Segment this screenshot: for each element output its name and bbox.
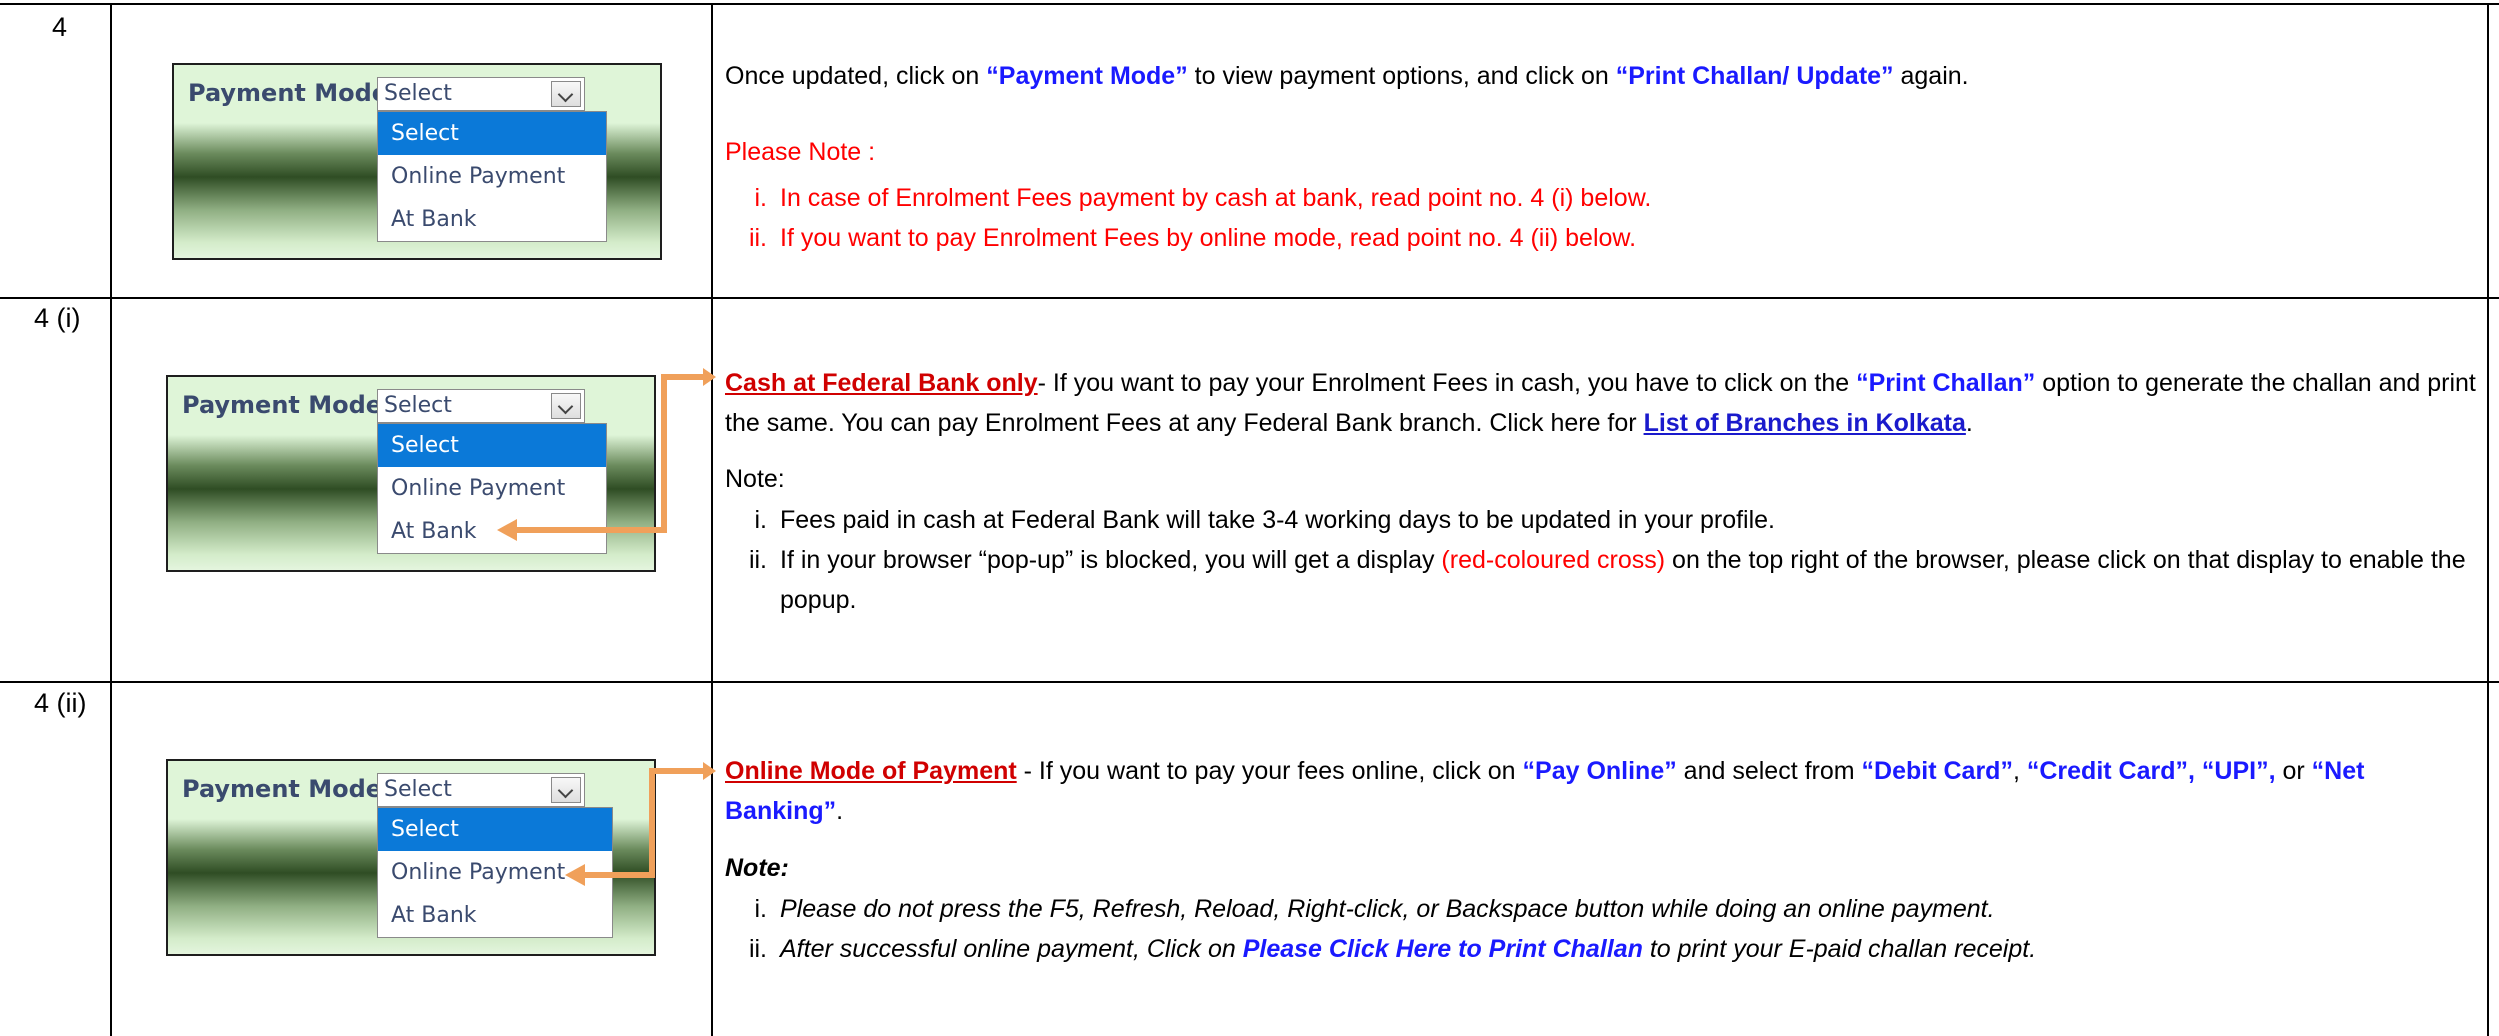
list-item: i. In case of Enrolment Fees payment by c… (725, 178, 2465, 218)
list-marker: i. (754, 506, 768, 534)
list-item: i. Please do not press the F5, Refresh, R… (725, 889, 2477, 929)
option-at-bank[interactable]: At Bank (378, 894, 612, 937)
note-text: If in your browser “pop-up” is blocked, … (780, 546, 1442, 574)
paragraph-text: . (1965, 409, 1973, 437)
list-item: ii. If in your browser “pop-up” is blocke… (725, 540, 2477, 620)
payment-mode-label: Payment Mode: (182, 775, 392, 803)
table-border-top (0, 3, 2499, 5)
pay-online-ref: “Pay Online” (1522, 757, 1677, 785)
print-challan-link[interactable]: Please Click Here to Print Challan (1243, 935, 1643, 963)
payment-mode-options: Select Online Payment At Bank (377, 111, 607, 242)
option-select[interactable]: Select (378, 808, 612, 851)
credit-card-ref: “Credit Card” (2026, 757, 2188, 785)
paragraph-text: and select from (1676, 757, 1862, 785)
note-text: In case of Enrolment Fees payment by cas… (780, 184, 1652, 212)
intro-text: Once updated, click on (725, 62, 987, 90)
note-text: to print your E-paid challan receipt. (1642, 935, 2037, 963)
row-number: 4 (52, 12, 68, 42)
row-divider-2 (0, 681, 2499, 683)
chevron-down-icon[interactable] (551, 393, 581, 419)
row-number: 4 (ii) (34, 688, 87, 718)
note-text: After successful online payment, Click o… (780, 935, 1243, 963)
option-at-bank[interactable]: At Bank (378, 198, 606, 241)
branches-link[interactable]: List of Branches in Kolkata (1644, 409, 1966, 437)
list-item: ii. If you want to pay Enrolment Fees by … (725, 218, 2465, 258)
please-note-heading: Please Note : (725, 138, 876, 166)
payment-mode-select[interactable]: Select (377, 773, 585, 807)
payment-mode-selected: Select (384, 393, 452, 418)
intro-text-mid: to view payment options, and click on (1187, 62, 1616, 90)
paragraph-text: or (2275, 757, 2312, 785)
row-number: 4 (i) (34, 303, 81, 333)
note-label: Note: (725, 854, 789, 882)
payment-mode-selected: Select (384, 777, 452, 802)
arrow-head-right-icon (703, 368, 716, 386)
option-online-payment[interactable]: Online Payment (378, 155, 606, 198)
chevron-down-icon[interactable] (551, 777, 581, 803)
payment-mode-label: Payment Mode: (182, 391, 392, 419)
arrow-head-right-icon (703, 762, 716, 780)
option-at-bank[interactable]: At Bank (378, 510, 606, 553)
payment-mode-widget: Payment Mode: Select Select Online Payme… (172, 63, 662, 260)
note-label: Note: (725, 465, 785, 493)
cash-at-bank-paragraph: Cash at Federal Bank only- If you want t… (725, 363, 2477, 443)
intro-text-end: again. (1893, 62, 1969, 90)
option-online-payment[interactable]: Online Payment (378, 851, 612, 894)
payment-mode-label: Payment Mode: (188, 79, 398, 107)
paragraph-text: - If you want to pay your Enrolment Fees… (1037, 369, 1857, 397)
option-online-payment[interactable]: Online Payment (378, 467, 606, 510)
option-select[interactable]: Select (378, 424, 606, 467)
option-select[interactable]: Select (378, 112, 606, 155)
row4ii-notes: i. Please do not press the F5, Refresh, R… (725, 889, 2477, 969)
payment-mode-options: Select Online Payment At Bank (377, 423, 607, 554)
red-cross-text: (red-coloured cross) (1441, 546, 1666, 574)
paragraph-text: . (836, 797, 844, 825)
print-challan-ref: “Print Challan” (1856, 369, 2036, 397)
column-divider-1 (110, 3, 112, 1036)
payment-mode-selected: Select (384, 81, 452, 106)
note-text: Please do not press the F5, Refresh, Rel… (780, 895, 1995, 923)
paragraph-text: , (2012, 757, 2027, 785)
debit-card-ref: “Debit Card” (1861, 757, 2013, 785)
chevron-down-icon[interactable] (551, 81, 581, 107)
row-divider-1 (0, 297, 2499, 299)
list-marker: i. (754, 895, 768, 923)
column-divider-2 (711, 3, 713, 1036)
row4i-notes: i. Fees paid in cash at Federal Bank will… (725, 500, 2477, 620)
paragraph-text: - If you want to pay your fees online, c… (1016, 757, 1523, 785)
note-text: Fees paid in cash at Federal Bank will t… (780, 506, 1775, 534)
payment-mode-options: Select Online Payment At Bank (377, 807, 613, 938)
row4-intro: Once updated, click on “Payment Mode” to… (725, 56, 2465, 96)
list-item: i. Fees paid in cash at Federal Bank will… (725, 500, 2477, 540)
table-border-right (2487, 3, 2489, 1036)
online-payment-paragraph: Online Mode of Payment - If you want to … (725, 751, 2477, 831)
payment-mode-widget: Payment Mode: Select Select Online Payme… (166, 759, 656, 956)
payment-mode-widget: Payment Mode: Select Select Online Payme… (166, 375, 656, 572)
paragraph-text: , (2188, 757, 2202, 785)
list-marker: ii. (748, 546, 767, 574)
list-marker: ii. (748, 935, 767, 963)
payment-mode-select[interactable]: Select (377, 77, 585, 111)
payment-mode-ref: “Payment Mode” (986, 62, 1188, 90)
upi-ref: “UPI”, (2201, 757, 2276, 785)
cash-at-bank-heading: Cash at Federal Bank only (725, 369, 1038, 397)
list-marker: ii. (748, 224, 767, 252)
print-challan-update-ref: “Print Challan/ Update” (1615, 62, 1894, 90)
list-item: ii. After successful online payment, Clic… (725, 929, 2477, 969)
note-text: If you want to pay Enrolment Fees by onl… (780, 224, 1637, 252)
online-payment-heading: Online Mode of Payment (725, 757, 1017, 785)
list-marker: i. (754, 184, 768, 212)
row4-notes: i. In case of Enrolment Fees payment by c… (725, 178, 2465, 258)
payment-mode-select[interactable]: Select (377, 389, 585, 423)
